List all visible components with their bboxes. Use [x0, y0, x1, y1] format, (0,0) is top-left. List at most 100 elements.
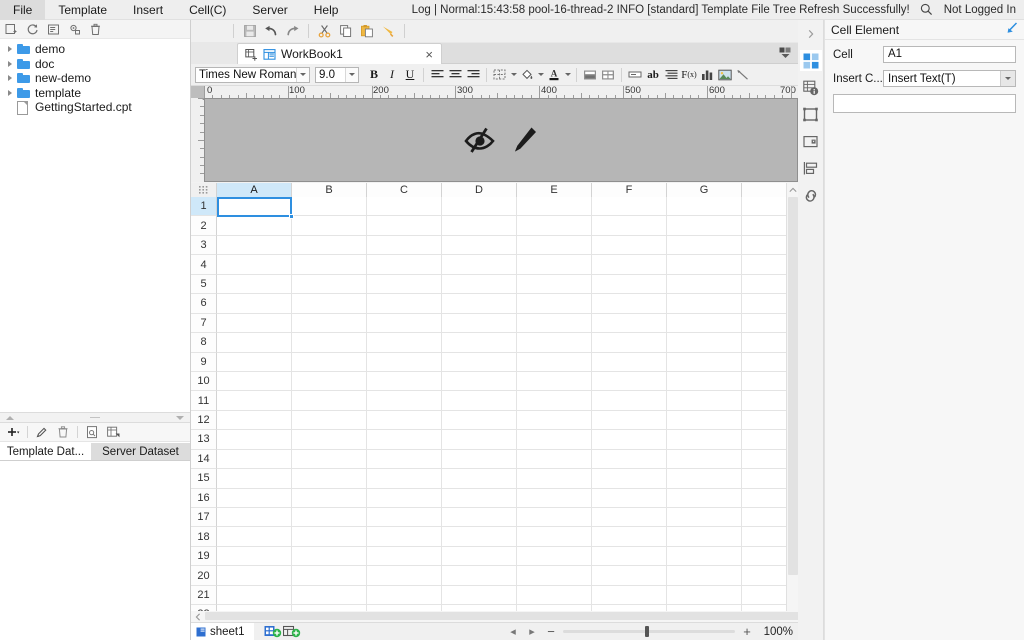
grid-cell-B17[interactable] — [292, 508, 367, 528]
grid-cell-G9[interactable] — [667, 352, 742, 372]
grid-cell-F21[interactable] — [592, 585, 667, 606]
grid-cell-F20[interactable] — [592, 566, 667, 586]
row-header-15[interactable]: 15 — [191, 469, 217, 489]
grid-cell-E7[interactable] — [517, 313, 592, 334]
edit-dataset-icon[interactable] — [34, 424, 50, 440]
chevron-down-icon[interactable] — [345, 67, 358, 82]
row-header-7[interactable]: 7 — [191, 313, 217, 334]
grid-cell-C8[interactable] — [367, 333, 442, 353]
grid-cell-F4[interactable] — [592, 255, 667, 275]
menu-file[interactable]: File — [0, 0, 46, 20]
grid-cell-F2[interactable] — [592, 216, 667, 236]
grid-cell-B3[interactable] — [292, 235, 367, 256]
font-color-dropdown-icon[interactable] — [563, 66, 572, 84]
grid-cell-D14[interactable] — [442, 449, 517, 470]
row-header-16[interactable]: 16 — [191, 488, 217, 508]
grid-cell-F8[interactable] — [592, 333, 667, 353]
grid-cell-C15[interactable] — [367, 469, 442, 489]
sheet-tab-sheet1[interactable]: sheet1 — [191, 622, 254, 640]
nav-prev-icon[interactable]: ◂ — [506, 625, 520, 639]
tab-layout-icon[interactable] — [772, 43, 798, 64]
row-header-5[interactable]: 5 — [191, 274, 217, 295]
grid-cell-G10[interactable] — [667, 371, 742, 392]
row-header-10[interactable]: 10 — [191, 371, 217, 392]
grid-cell-C20[interactable] — [367, 566, 442, 586]
align-center-icon[interactable] — [446, 66, 464, 84]
grid-cell-B19[interactable] — [292, 546, 367, 567]
grid-cell-G18[interactable] — [667, 527, 742, 547]
column-header-b[interactable]: B — [292, 183, 367, 197]
grid-cell-F14[interactable] — [592, 449, 667, 470]
grid-cell-B14[interactable] — [292, 449, 367, 470]
add-report-sheet-icon[interactable] — [283, 624, 302, 640]
grid-cell-E5[interactable] — [517, 274, 592, 295]
grid-cell-B7[interactable] — [292, 313, 367, 334]
tree-item-demo[interactable]: demo — [0, 42, 190, 57]
grid-cell-B20[interactable] — [292, 566, 367, 586]
grid-cell-C5[interactable] — [367, 274, 442, 295]
grid-cell-F15[interactable] — [592, 469, 667, 489]
grid-cell-B15[interactable] — [292, 469, 367, 489]
zoom-slider-thumb[interactable] — [645, 626, 649, 637]
row-header-8[interactable]: 8 — [191, 333, 217, 353]
grid-cell-C1[interactable] — [367, 197, 442, 217]
expand-arrow-icon[interactable] — [3, 75, 17, 82]
nav-next-icon[interactable]: ▸ — [525, 625, 539, 639]
grid-cell-C10[interactable] — [367, 371, 442, 392]
rail-collapse-icon[interactable] — [800, 23, 822, 44]
grid-cell-C18[interactable] — [367, 527, 442, 547]
grid-row[interactable]: 3 — [191, 235, 798, 256]
dataset-list-body[interactable] — [0, 461, 190, 640]
grid-cell-D15[interactable] — [442, 469, 517, 489]
refresh-icon[interactable] — [25, 22, 40, 37]
grid-cell-B18[interactable] — [292, 527, 367, 547]
grid-cell-D7[interactable] — [442, 313, 517, 334]
zoom-out-button[interactable]: − — [544, 624, 558, 639]
insert-textfield-icon[interactable] — [626, 66, 644, 84]
row-header-3[interactable]: 3 — [191, 235, 217, 256]
grid-cell-D16[interactable] — [442, 488, 517, 508]
grid-row[interactable]: 2 — [191, 216, 798, 236]
select-all-corner[interactable] — [191, 183, 217, 197]
row-header-11[interactable]: 11 — [191, 391, 217, 411]
grid-cell-F18[interactable] — [592, 527, 667, 547]
tree-item-doc[interactable]: doc — [0, 57, 190, 72]
grid-cell-F5[interactable] — [592, 274, 667, 295]
grid-cell-A7[interactable] — [217, 313, 292, 334]
grid-cell-G8[interactable] — [667, 333, 742, 353]
rail-frame-attributes[interactable] — [800, 104, 822, 125]
grid-cell-C11[interactable] — [367, 391, 442, 411]
template-file-tree[interactable]: demo doc new-demo template GettingStarte — [0, 39, 190, 412]
menu-help[interactable]: Help — [301, 0, 352, 20]
underline-button[interactable]: U — [401, 66, 419, 84]
menu-template[interactable]: Template — [45, 0, 120, 20]
grid-cell-B9[interactable] — [292, 352, 367, 372]
grid-cell-C6[interactable] — [367, 294, 442, 314]
grid-cell-D1[interactable] — [442, 197, 517, 217]
grid-cell-B11[interactable] — [292, 391, 367, 411]
insert-image-icon[interactable] — [716, 66, 734, 84]
cell-reference-input[interactable]: A1 — [883, 46, 1016, 63]
vertical-scroll-thumb[interactable] — [788, 197, 798, 575]
grid-cell-A1[interactable] — [217, 197, 292, 217]
grid-cell-G15[interactable] — [667, 469, 742, 489]
grid-cell-A16[interactable] — [217, 488, 292, 508]
grid-row[interactable]: 7 — [191, 313, 798, 334]
grid-cell-G11[interactable] — [667, 391, 742, 411]
grid-cell-C7[interactable] — [367, 313, 442, 334]
row-header-17[interactable]: 17 — [191, 508, 217, 528]
grid-cell-D11[interactable] — [442, 391, 517, 411]
grid-row[interactable]: 16 — [191, 488, 798, 508]
border-dropdown-icon[interactable] — [509, 66, 518, 84]
grid-cell-F12[interactable] — [592, 410, 667, 431]
horizontal-scroll-thumb[interactable] — [205, 612, 901, 620]
grid-cell-E18[interactable] — [517, 527, 592, 547]
new-template-icon[interactable] — [4, 22, 19, 37]
grid-cell-G2[interactable] — [667, 216, 742, 236]
row-header-1[interactable]: 1 — [191, 197, 217, 217]
grid-cell-C9[interactable] — [367, 352, 442, 372]
grid-cell-D6[interactable] — [442, 294, 517, 314]
grid-cell-C21[interactable] — [367, 585, 442, 606]
row-header-4[interactable]: 4 — [191, 255, 217, 275]
row-header-20[interactable]: 20 — [191, 566, 217, 586]
